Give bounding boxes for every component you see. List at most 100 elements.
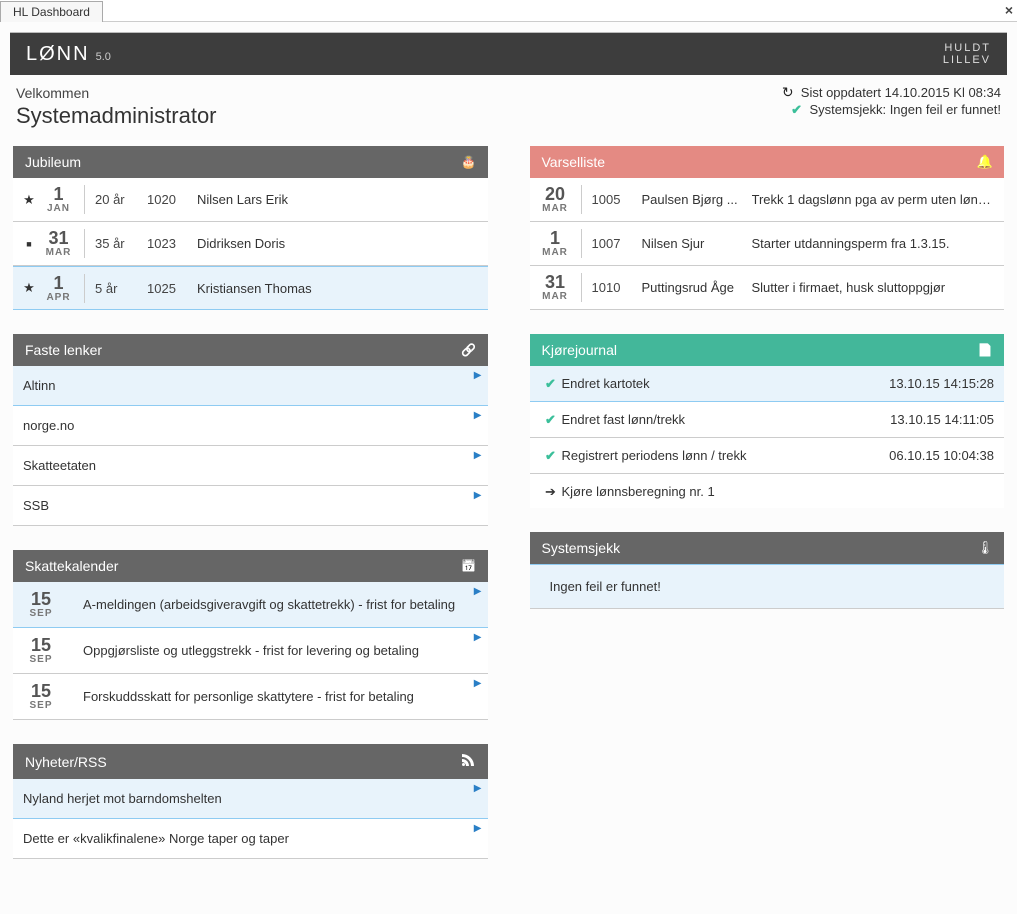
date-cell: 31 MAR [39, 229, 85, 258]
panel-header-nyheter[interactable]: Nyheter/RSS [13, 744, 488, 779]
journal-row[interactable]: Endret fast lønn/trekk 13.10.15 14:11:05 [530, 402, 1005, 438]
check-icon [540, 449, 562, 463]
chevron-right-icon: ▶ [474, 783, 482, 794]
bell-icon [978, 155, 992, 169]
panel-title: Varselliste [542, 154, 606, 170]
date-cell: 15 SEP [21, 590, 67, 619]
message-cell: Starter utdanningsperm fra 1.3.15. [752, 236, 995, 251]
close-icon[interactable]: × [1005, 2, 1013, 18]
panel-nyheter: Nyheter/RSS Nyland herjet mot barndomshe… [12, 743, 489, 860]
news-label: Nyland herjet mot barndomshelten [23, 791, 222, 806]
welcome-label: Velkommen [16, 85, 217, 101]
news-label: Dette er «kvalikfinalene» Norge taper og… [23, 831, 289, 846]
varsel-row[interactable]: 1 MAR 1007 Nilsen Sjur Starter utdanning… [530, 222, 1005, 266]
panel-header-jubileum[interactable]: Jubileum [13, 146, 488, 178]
panel-systemsjekk: Systemsjekk Ingen feil er funnet! [529, 531, 1006, 610]
link-label: norge.no [23, 418, 74, 433]
panel-skattekalender: Skattekalender 15 SEP A-meldingen (arbei… [12, 549, 489, 721]
news-item[interactable]: Dette er «kvalikfinalene» Norge taper og… [13, 819, 488, 859]
panel-kjorejournal: Kjørejournal Endret kartotek 13.10.15 14… [529, 333, 1006, 509]
journal-row[interactable]: Endret kartotek 13.10.15 14:15:28 [530, 366, 1005, 402]
skatt-row[interactable]: 15 SEP Oppgjørsliste og utleggstrekk - f… [13, 628, 488, 674]
calendar-icon [462, 559, 476, 573]
age-cell: 20 år [95, 192, 147, 207]
date-cell: 1 JAN [39, 185, 85, 214]
right-column: Varselliste 20 MAR 1005 Paulsen Bjørg ..… [529, 145, 1006, 882]
id-cell: 1023 [147, 236, 197, 251]
message-cell: Trekk 1 dagslønn pga av perm uten lønn 4 [752, 192, 995, 207]
left-column: Jubileum ★ 1 JAN 20 år 1020 Nilsen Lars … [12, 145, 489, 882]
panel-title: Systemsjekk [542, 540, 621, 556]
name-cell: Nilsen Lars Erik [197, 192, 478, 207]
skatt-message: A-meldingen (arbeidsgiveravgift og skatt… [83, 597, 480, 612]
date-cell: 1 MAR [536, 229, 582, 258]
panel-header-syssjekk[interactable]: Systemsjekk [530, 532, 1005, 564]
syscheck-status: Systemsjekk: Ingen feil er funnet! [810, 102, 1001, 117]
name-cell: Nilsen Sjur [642, 236, 752, 251]
journal-row[interactable]: Registrert periodens lønn / trekk 06.10.… [530, 438, 1005, 474]
refresh-icon[interactable] [781, 86, 795, 100]
chevron-right-icon: ▶ [474, 823, 482, 834]
link-label: Altinn [23, 378, 56, 393]
syssjekk-row[interactable]: Ingen feil er funnet! [530, 564, 1005, 609]
skatt-row[interactable]: 15 SEP Forskuddsskatt for personlige ska… [13, 674, 488, 720]
panel-header-kjore[interactable]: Kjørejournal [530, 334, 1005, 366]
link-item[interactable]: norge.no ▶ [13, 406, 488, 446]
link-item[interactable]: Skatteetaten ▶ [13, 446, 488, 486]
journal-timestamp: 06.10.15 10:04:38 [889, 448, 994, 463]
id-cell: 1025 [147, 281, 197, 296]
skatt-message: Forskuddsskatt for personlige skattytere… [83, 689, 480, 704]
jubileum-row[interactable]: ★ 1 JAN 20 år 1020 Nilsen Lars Erik [13, 178, 488, 222]
chevron-right-icon: ▶ [474, 678, 482, 689]
check-icon [790, 103, 804, 117]
id-cell: 1007 [592, 236, 642, 251]
date-cell: 15 SEP [21, 636, 67, 665]
name-cell: Kristiansen Thomas [197, 281, 478, 296]
link-item[interactable]: SSB ▶ [13, 486, 488, 526]
journal-label: Kjøre lønnsberegning nr. 1 [562, 484, 995, 499]
welcome-bar: Velkommen Systemadministrator Sist oppda… [10, 75, 1007, 145]
skatt-row[interactable]: 15 SEP A-meldingen (arbeidsgiveravgift o… [13, 582, 488, 628]
last-updated: Sist oppdatert 14.10.2015 Kl 08:34 [801, 85, 1001, 100]
chevron-right-icon: ▶ [474, 370, 482, 381]
jubileum-row[interactable]: ■ 31 MAR 35 år 1023 Didriksen Doris [13, 222, 488, 266]
varsel-row[interactable]: 20 MAR 1005 Paulsen Bjørg ... Trekk 1 da… [530, 178, 1005, 222]
journal-row[interactable]: Kjøre lønnsberegning nr. 1 [530, 474, 1005, 508]
page: LØNN 5.0 HULDT LILLEV Velkommen Systemad… [10, 32, 1007, 882]
panel-title: Faste lenker [25, 342, 102, 358]
id-cell: 1005 [592, 192, 642, 207]
journal-label: Endret kartotek [562, 376, 890, 391]
age-cell: 5 år [95, 281, 147, 296]
panel-title: Jubileum [25, 154, 81, 170]
tab-hl-dashboard[interactable]: HL Dashboard [0, 1, 103, 22]
brand-name: LØNN [26, 43, 90, 66]
panel-title: Nyheter/RSS [25, 754, 107, 770]
star-icon: ★ [19, 192, 39, 208]
user-name: Systemadministrator [16, 103, 217, 129]
name-cell: Didriksen Doris [197, 236, 478, 251]
date-cell: 20 MAR [536, 185, 582, 214]
panel-header-varsel[interactable]: Varselliste [530, 146, 1005, 178]
chevron-right-icon: ▶ [474, 490, 482, 501]
panel-header-skatt[interactable]: Skattekalender [13, 550, 488, 582]
link-item[interactable]: Altinn ▶ [13, 366, 488, 406]
panel-lenker: Faste lenker Altinn ▶ norge.no ▶ Skattee… [12, 333, 489, 527]
panel-header-lenker[interactable]: Faste lenker [13, 334, 488, 366]
jubileum-row[interactable]: ★ 1 APR 5 år 1025 Kristiansen Thomas [13, 266, 488, 310]
news-item[interactable]: Nyland herjet mot barndomshelten ▶ [13, 779, 488, 819]
journal-timestamp: 13.10.15 14:15:28 [889, 376, 994, 391]
date-cell: 31 MAR [536, 273, 582, 302]
journal-label: Endret fast lønn/trekk [562, 412, 891, 427]
journal-timestamp: 13.10.15 14:11:05 [890, 412, 994, 427]
syssjekk-message: Ingen feil er funnet! [550, 579, 661, 594]
thermometer-icon [978, 541, 992, 555]
app-banner: LØNN 5.0 HULDT LILLEV [10, 33, 1007, 75]
document-icon [978, 343, 992, 357]
message-cell: Slutter i firmaet, husk sluttoppgjør [752, 280, 995, 295]
panel-title: Skattekalender [25, 558, 118, 574]
link-label: SSB [23, 498, 49, 513]
skatt-message: Oppgjørsliste og utleggstrekk - frist fo… [83, 643, 480, 658]
varsel-row[interactable]: 31 MAR 1010 Puttingsrud Åge Slutter i fi… [530, 266, 1005, 310]
name-cell: Puttingsrud Åge [642, 280, 752, 295]
id-cell: 1020 [147, 192, 197, 207]
